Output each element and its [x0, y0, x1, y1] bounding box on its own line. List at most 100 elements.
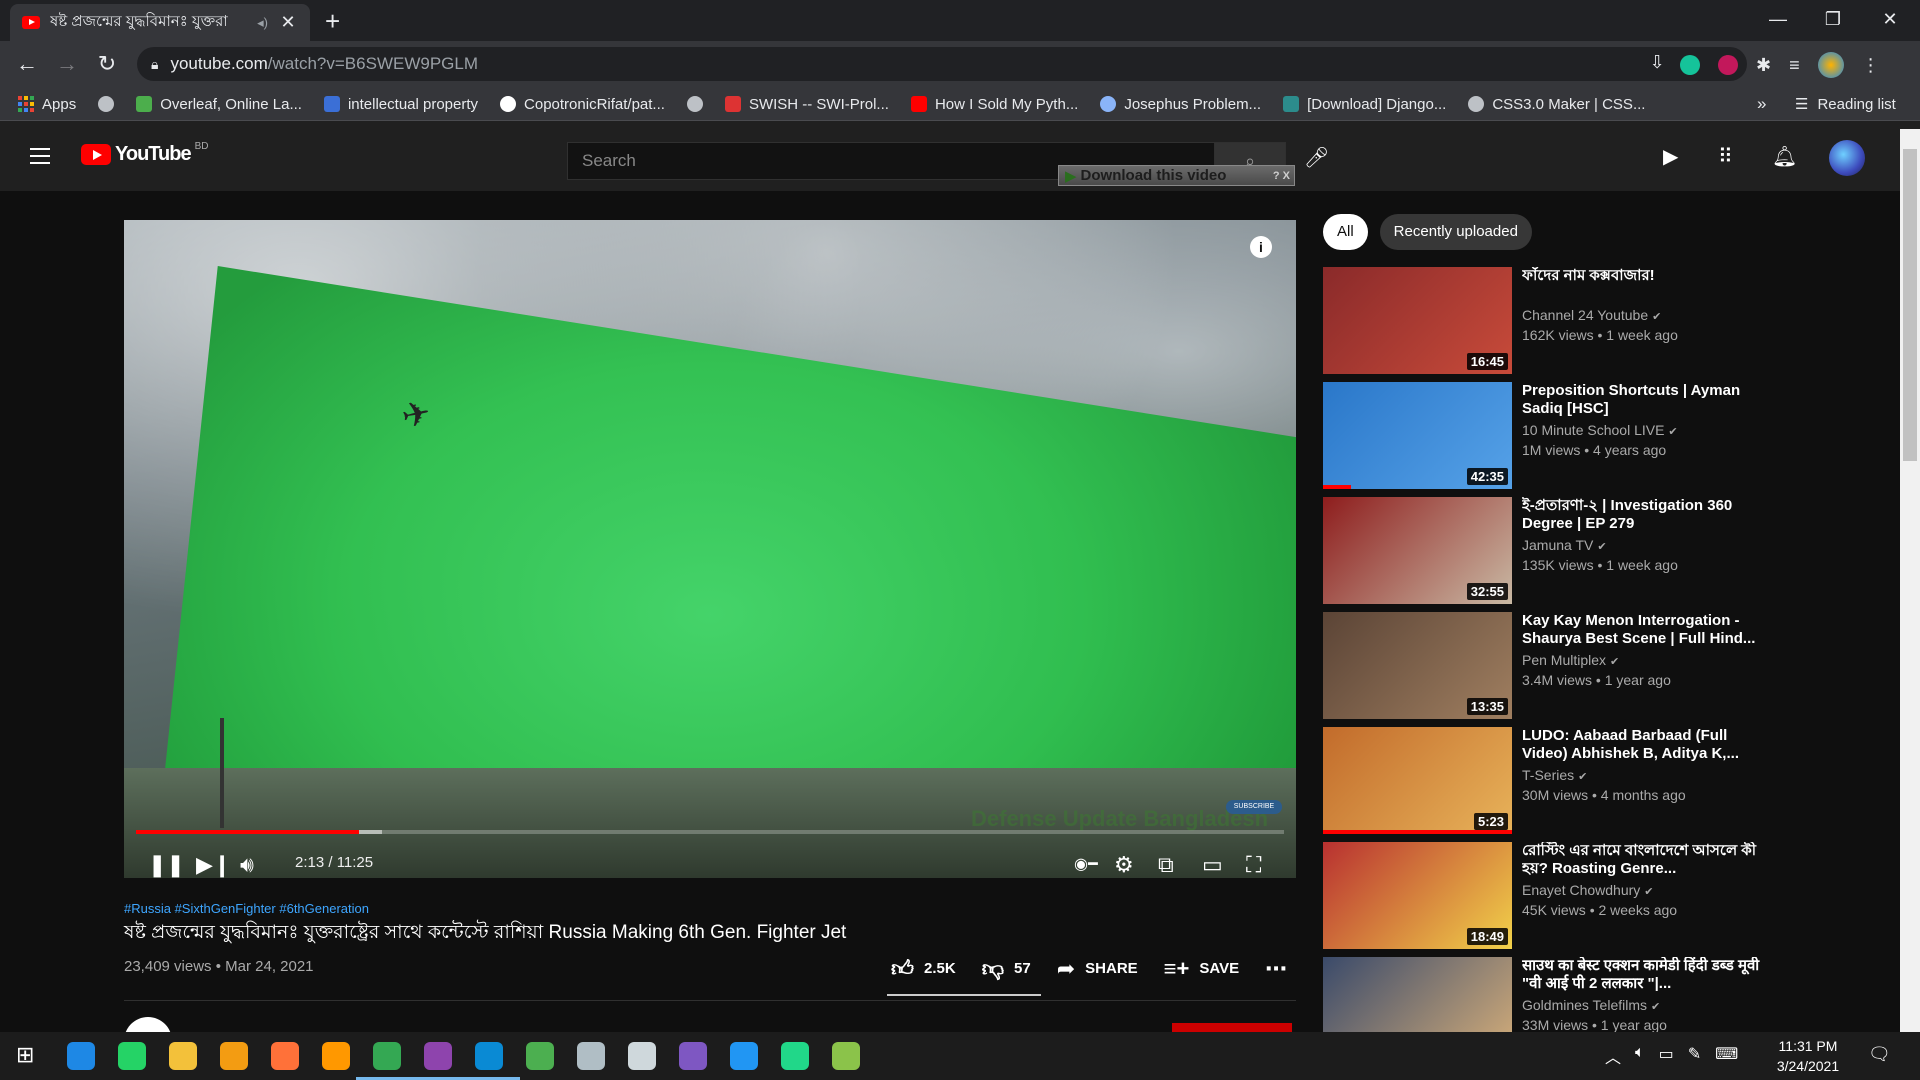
miniplayer-icon[interactable]: ⧉ — [1158, 850, 1174, 878]
media-control-icon[interactable]: ≡ — [1789, 55, 1800, 76]
tab-close-icon[interactable]: ✕ — [278, 12, 298, 33]
account-avatar[interactable] — [1829, 140, 1865, 176]
messenger-icon[interactable] — [730, 1042, 758, 1070]
pause-icon[interactable]: ❚❚ — [148, 850, 185, 878]
clock[interactable]: 11:31 PM 3/24/2021 — [1770, 1036, 1846, 1076]
chrome-icon[interactable] — [373, 1042, 401, 1070]
video-thumbnail[interactable]: 32:55 — [1323, 497, 1512, 604]
github-desktop-icon[interactable] — [424, 1042, 452, 1070]
video-title[interactable]: साउथ का बेस्ट एक्शन कामेडी हिंदी डब्ड मू… — [1522, 957, 1762, 993]
bookmark-item[interactable] — [98, 96, 115, 112]
video-title[interactable]: LUDO: Aabaad Barbaad (Full Video) Abhish… — [1522, 727, 1762, 763]
more-actions-button[interactable]: ⋯ — [1265, 956, 1287, 982]
apps-grid-icon[interactable]: ⠿ — [1718, 144, 1733, 169]
recommended-video[interactable]: 18:49 রোস্টিং এর নামে বাংলাদেশে আসলে কী হ… — [1323, 842, 1813, 949]
save-button[interactable]: ≡+ SAVE — [1164, 956, 1239, 982]
video-title[interactable]: Preposition Shortcuts | Ayman Sadiq [HSC… — [1522, 382, 1762, 418]
address-bar[interactable]: 🔒︎ youtube.com/watch?v=B6SWEW9PGLM ⇩ ⌕ ☆ — [137, 47, 1747, 81]
download-video-overlay[interactable]: ▶ Download this video ? X — [1058, 165, 1295, 186]
notification-center-icon[interactable]: 🗨︎ — [1868, 1044, 1891, 1065]
new-tab-button[interactable]: + — [325, 6, 340, 37]
close-window-icon[interactable]: ✕ — [1860, 4, 1920, 34]
video-title[interactable]: ই-প্রতারণা-২ | Investigation 360 Degree … — [1522, 497, 1762, 533]
bookmark-item[interactable]: [Download] Django... — [1283, 96, 1446, 113]
bookmark-item[interactable]: Apps — [18, 96, 76, 113]
grammarly-icon[interactable] — [1680, 55, 1700, 75]
notifications-bell-icon[interactable]: 🔔︎ — [1772, 144, 1797, 169]
reading-list-button[interactable]: ☰ Reading list — [1795, 95, 1896, 114]
bookmark-item[interactable]: intellectual property — [323, 96, 478, 113]
chip-recently-uploaded[interactable]: Recently uploaded — [1379, 214, 1532, 250]
scrollbar-thumb[interactable] — [1903, 149, 1917, 461]
chip-all[interactable]: All — [1323, 214, 1368, 250]
firefox-icon[interactable] — [271, 1042, 299, 1070]
file-explorer-icon[interactable] — [169, 1042, 197, 1070]
video-title[interactable]: রোস্টিং এর নামে বাংলাদেশে আসলে কী হয়? R… — [1522, 842, 1762, 878]
app-parachute-icon[interactable] — [577, 1042, 605, 1070]
bookmark-item[interactable]: CopotronicRifat/pat... — [500, 96, 665, 113]
menu-dots-icon[interactable]: ⋮ — [1862, 55, 1880, 76]
app-satellite-icon[interactable] — [628, 1042, 656, 1070]
restore-icon[interactable]: ❐ — [1803, 4, 1863, 34]
progress-bar[interactable] — [136, 830, 1284, 834]
browser-tab[interactable]: ষষ্ট প্রজন্মের যুদ্ধবিমানঃ যুক্তরা ◂) ✕ — [10, 4, 310, 41]
vscode-icon[interactable] — [475, 1042, 503, 1070]
forward-icon[interactable]: → — [52, 50, 82, 78]
notepad-icon[interactable] — [832, 1042, 860, 1070]
recommended-video[interactable]: साउथ का बेस्ट एक्शन कामेडी हिंदी डब्ड मू… — [1323, 957, 1813, 1032]
share-button[interactable]: ➦ SHARE — [1057, 956, 1138, 982]
search-app-icon[interactable] — [67, 1042, 95, 1070]
sublime-icon[interactable] — [322, 1042, 350, 1070]
fullscreen-icon[interactable]: ⛶ — [1246, 850, 1261, 878]
network-icon[interactable]: ▭ — [1659, 1044, 1674, 1068]
pen-icon[interactable]: ✎ — [1688, 1044, 1701, 1068]
theater-mode-icon[interactable]: ▭ — [1202, 850, 1223, 878]
bookmark-item[interactable]: SWISH -- SWI-Prol... — [724, 96, 889, 113]
pycharm-icon[interactable] — [781, 1042, 809, 1070]
video-thumbnail[interactable]: 5:23 — [1323, 727, 1512, 834]
vpn-icon[interactable] — [220, 1042, 248, 1070]
bookmark-item[interactable]: Josephus Problem... — [1100, 96, 1261, 113]
page-scrollbar[interactable] — [1900, 129, 1920, 1032]
visual-studio-icon[interactable] — [679, 1042, 707, 1070]
video-thumbnail[interactable]: 42:35 — [1323, 382, 1512, 489]
video-thumbnail[interactable]: 18:49 — [1323, 842, 1512, 949]
volume-icon[interactable]: 🔊︎ — [240, 850, 254, 878]
recommended-video[interactable]: 5:23 LUDO: Aabaad Barbaad (Full Video) Ab… — [1323, 727, 1813, 834]
recommended-video[interactable]: 16:45 ফাঁদের নাম কক্সবাজার! Channel 24 You… — [1323, 267, 1813, 374]
video-title[interactable]: Kay Kay Menon Interrogation - Shaurya Be… — [1522, 612, 1762, 648]
video-thumbnail[interactable]: 16:45 — [1323, 267, 1512, 374]
video-thumbnail[interactable]: 13:35 — [1323, 612, 1512, 719]
recommended-video[interactable]: 32:55 ই-প্রতারণা-২ | Investigation 360 De… — [1323, 497, 1813, 604]
tab-audio-icon[interactable]: ◂) — [257, 15, 268, 31]
recommended-video[interactable]: 13:35 Kay Kay Menon Interrogation - Shaur… — [1323, 612, 1813, 719]
youtube-logo[interactable]: YouTube BD — [81, 141, 208, 166]
video-title[interactable]: ফাঁদের নাম কক্সবাজার! — [1522, 267, 1762, 285]
app-globe-icon[interactable] — [526, 1042, 554, 1070]
back-icon[interactable]: ← — [12, 50, 42, 78]
video-player[interactable]: ✈ i Defense Update Bangladesh SUBSCRIBE … — [124, 220, 1296, 878]
subscribe-watermark[interactable]: SUBSCRIBE — [1226, 800, 1282, 814]
create-video-icon[interactable]: ▶︎ — [1663, 144, 1678, 169]
bookmarks-overflow-icon[interactable]: » — [1757, 94, 1766, 114]
extension-icon[interactable] — [1718, 55, 1738, 75]
recommended-video[interactable]: 42:35 Preposition Shortcuts | Ayman Sadiq… — [1323, 382, 1813, 489]
like-button[interactable]: 👍︎ 2.5K — [891, 955, 956, 982]
keyboard-icon[interactable]: ⌨ — [1715, 1044, 1738, 1068]
tray-chevron-icon[interactable]: ︿ — [1605, 1044, 1621, 1068]
dislike-button[interactable]: 👎︎ 57 — [982, 955, 1031, 982]
video-thumbnail[interactable] — [1323, 957, 1512, 1032]
volume-tray-icon[interactable]: 🔈︎ — [1635, 1044, 1645, 1068]
reload-icon[interactable]: ↻ — [92, 50, 122, 78]
bookmark-item[interactable]: CSS3.0 Maker | CSS... — [1468, 96, 1645, 113]
minimize-icon[interactable]: — — [1748, 4, 1808, 34]
hamburger-menu-icon[interactable] — [30, 148, 50, 169]
next-icon[interactable]: ▶❙ — [196, 850, 231, 878]
profile-avatar-icon[interactable] — [1817, 52, 1844, 78]
video-hashtags[interactable]: #Russia #SixthGenFighter #6thGeneration — [124, 901, 369, 916]
info-icon[interactable]: i — [1250, 236, 1272, 258]
settings-gear-icon[interactable]: ⚙ — [1114, 850, 1134, 878]
bookmark-item[interactable] — [686, 96, 703, 112]
autoplay-toggle-icon[interactable]: ◉━ — [1074, 850, 1098, 878]
install-icon[interactable]: ⇩ — [1650, 52, 1665, 73]
